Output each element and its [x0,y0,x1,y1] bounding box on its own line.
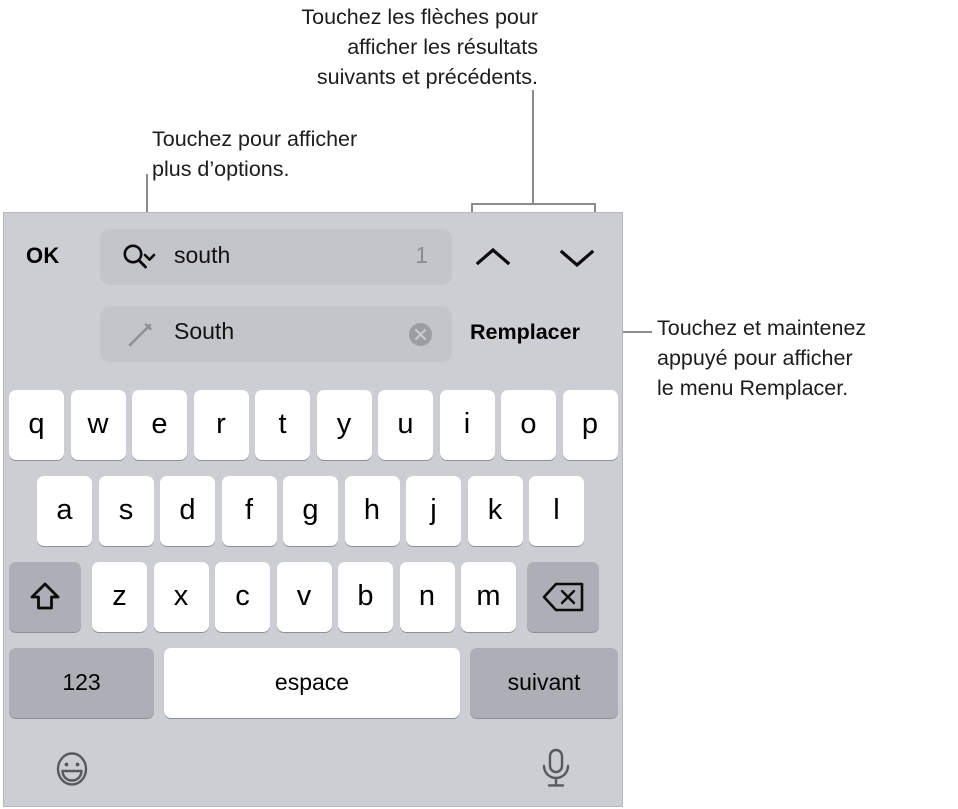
keyboard-utility-row [4,729,624,805]
callout-text-arrows: Touchez les flèches pour afficher les ré… [301,5,538,89]
key-t[interactable]: t [255,389,310,460]
key-g[interactable]: g [283,475,338,546]
key-f[interactable]: f [221,475,277,546]
ok-button[interactable]: OK [26,243,60,269]
replace-button[interactable]: Remplacer [470,320,580,345]
return-next-key[interactable]: suivant [470,647,618,718]
key-q[interactable]: q [9,389,64,460]
key-w[interactable]: w [70,389,126,460]
key-h[interactable]: h [344,475,400,546]
replace-field[interactable]: South [100,306,452,362]
callout-text-replace: Touchez et maintenez appuyé pour affiche… [657,316,867,400]
ios-keyboard-panel: OK south 1 South Remplacer q w e r t y u… [3,212,623,807]
key-r[interactable]: r [193,389,249,460]
key-s[interactable]: s [98,475,154,546]
key-m[interactable]: m [461,561,516,632]
delete-backspace-icon [542,582,583,611]
key-v[interactable]: v [276,561,332,632]
key-a[interactable]: a [37,475,92,546]
space-key[interactable]: espace [164,647,460,718]
key-y[interactable]: y [316,389,372,460]
search-magnifier-with-chevron-icon[interactable] [122,243,158,271]
match-count-label: 1 [415,242,428,268]
find-bar: OK south 1 [4,229,624,285]
key-b[interactable]: b [338,561,393,632]
replace-input-value[interactable]: South [174,318,234,345]
search-input-value[interactable]: south [174,242,230,269]
key-x[interactable]: x [153,561,209,632]
emoji-smiley-icon[interactable] [52,749,92,789]
key-n[interactable]: n [399,561,455,632]
clear-circle-x-icon[interactable] [409,323,432,346]
key-p[interactable]: p [562,389,618,460]
leader-line-arrows-stem [532,90,534,204]
numbers-key[interactable]: 123 [9,647,154,718]
shift-arrow-up-icon [30,582,60,609]
key-d[interactable]: d [160,475,215,546]
previous-result-button[interactable] [465,239,521,277]
key-i[interactable]: i [439,389,495,460]
key-l[interactable]: l [529,475,584,546]
delete-key[interactable] [526,561,599,632]
keyboard-row-1: q w e r t y u i o p [4,388,629,461]
keyboard-row-2: a s d f g h j k l [4,474,657,547]
next-result-button[interactable] [549,239,605,277]
key-u[interactable]: u [378,389,433,460]
keyboard-row-3: z x c v b n m [4,560,629,633]
keyboard-row-4: 123 espace suivant [4,646,629,719]
key-c[interactable]: c [215,561,270,632]
leader-line-arrows-bracket [471,203,596,205]
microphone-icon[interactable] [536,747,576,789]
key-o[interactable]: o [501,389,556,460]
callout-text-options: Touchez pour afficher plus d’options. [152,127,358,181]
shift-key[interactable] [9,561,81,632]
pencil-icon [126,321,154,349]
key-e[interactable]: e [132,389,187,460]
key-j[interactable]: j [406,475,461,546]
replace-bar: South Remplacer [4,306,624,362]
key-k[interactable]: k [467,475,523,546]
key-z[interactable]: z [92,561,147,632]
search-field[interactable]: south 1 [100,229,452,285]
